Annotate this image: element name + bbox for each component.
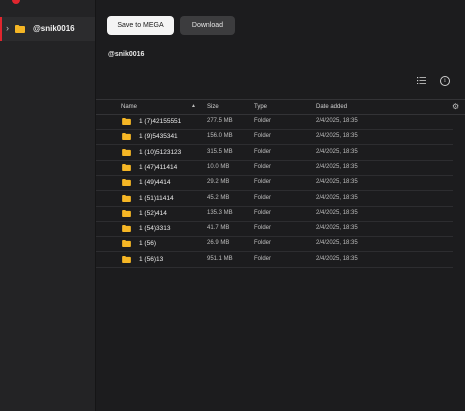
folder-icon [15, 25, 25, 33]
table-row[interactable]: 1 (51)11414 45.2 MB Folder 2/4/2025, 18:35 [96, 191, 453, 207]
file-type: Folder [254, 179, 272, 186]
file-size: 277.5 MB [207, 118, 233, 124]
file-name: 1 (56) [139, 240, 156, 248]
file-size: 41.7 MB [207, 225, 230, 232]
file-date: 2/4/2025, 18:35 [316, 255, 358, 262]
main-panel: Save to MEGA Download @snik0016 i Name S… [96, 0, 465, 411]
list-view-icon[interactable] [417, 77, 426, 84]
table-row[interactable]: 1 (10)5123123 315.5 MB Folder 2/4/2025, 18:… [96, 145, 453, 161]
file-date: 2/4/2025, 18:35 [316, 118, 358, 124]
file-size: 26.9 MB [207, 240, 230, 247]
sidebar-item-label: @snik0016 [33, 24, 75, 33]
file-date: 2/4/2025, 18:35 [316, 194, 358, 201]
folder-icon [122, 118, 131, 125]
mega-logo [12, 0, 20, 4]
file-date: 2/4/2025, 18:35 [316, 163, 358, 170]
file-size: 29.2 MB [207, 179, 230, 186]
file-type: Folder [254, 163, 272, 170]
file-date: 2/4/2025, 18:35 [316, 133, 358, 140]
table-header: Name Size Type Date added [96, 99, 465, 115]
file-type: Folder [254, 240, 272, 247]
table-row[interactable]: 1 (9)5435341 156.0 MB Folder 2/4/2025, 18:3… [96, 129, 453, 146]
file-type: Folder [254, 255, 272, 262]
folder-icon [122, 225, 131, 233]
file-date: 2/4/2025, 18:35 [316, 209, 358, 216]
info-icon[interactable]: i [440, 76, 450, 86]
table-row[interactable]: 1 (56)13 951.1 MB Folder 2/4/2025, 18:35 [96, 252, 453, 268]
folder-icon [122, 255, 131, 263]
sort-ascending-icon[interactable]: ▲ [191, 103, 196, 109]
folder-icon [122, 240, 131, 248]
file-date: 2/4/2025, 18:35 [316, 179, 358, 186]
file-size: 315.5 MB [207, 148, 233, 155]
file-name: 1 (54)3313 [139, 225, 171, 233]
folder-icon [122, 163, 131, 171]
file-type: Folder [254, 133, 272, 140]
breadcrumb[interactable]: @snik0016 [108, 51, 144, 58]
table-row[interactable]: 1 (54)3313 41.7 MB Folder 2/4/2025, 18:35 [96, 221, 453, 238]
file-name: 1 (51)11414 [139, 194, 174, 202]
sidebar-item-folder[interactable]: › @snik0016 [0, 17, 95, 41]
column-header-type[interactable]: Type [254, 104, 267, 110]
sidebar: › @snik0016 [0, 0, 96, 411]
file-type: Folder [254, 194, 272, 201]
folder-icon [122, 209, 131, 217]
table-row[interactable]: 1 (49)4414 29.2 MB Folder 2/4/2025, 18:35 [96, 175, 453, 192]
file-size: 951.1 MB [207, 255, 233, 262]
folder-icon [122, 179, 131, 187]
table-row[interactable]: 1 (7)42155551 277.5 MB Folder 2/4/2025, 18:… [96, 114, 453, 130]
column-header-name[interactable]: Name [121, 104, 137, 110]
file-name: 1 (9)5435341 [139, 133, 178, 141]
file-date: 2/4/2025, 18:35 [316, 240, 358, 247]
folder-icon [122, 148, 131, 156]
folder-icon [122, 133, 131, 141]
column-header-date[interactable]: Date added [316, 104, 347, 110]
file-name: 1 (56)13 [139, 255, 164, 263]
file-size: 156.0 MB [207, 133, 233, 140]
file-type: Folder [254, 209, 272, 216]
download-button[interactable]: Download [180, 16, 235, 35]
save-to-mega-button[interactable]: Save to MEGA [107, 16, 174, 35]
table-row[interactable]: 1 (47)411414 10.0 MB Folder 2/4/2025, 18:35 [96, 160, 453, 176]
file-size: 45.2 MB [207, 194, 230, 201]
folder-icon [122, 194, 131, 202]
file-date: 2/4/2025, 18:35 [316, 225, 358, 232]
table-row[interactable]: 1 (56) 26.9 MB Folder 2/4/2025, 18:35 [96, 236, 453, 253]
file-size: 135.3 MB [207, 209, 233, 216]
file-name: 1 (49)4414 [139, 179, 171, 187]
file-type: Folder [254, 225, 272, 232]
file-name: 1 (47)411414 [139, 163, 178, 171]
column-header-size[interactable]: Size [207, 104, 219, 110]
gear-icon[interactable]: ⚙ [452, 102, 459, 111]
table-row[interactable]: 1 (52)414 135.3 MB Folder 2/4/2025, 18:35 [96, 206, 453, 222]
file-name: 1 (52)414 [139, 209, 167, 217]
chevron-right-icon[interactable]: › [6, 23, 9, 33]
file-type: Folder [254, 148, 272, 155]
file-name: 1 (10)5123123 [139, 148, 182, 156]
file-name: 1 (7)42155551 [139, 118, 182, 125]
file-type: Folder [254, 118, 272, 124]
file-size: 10.0 MB [207, 163, 230, 170]
file-date: 2/4/2025, 18:35 [316, 148, 358, 155]
